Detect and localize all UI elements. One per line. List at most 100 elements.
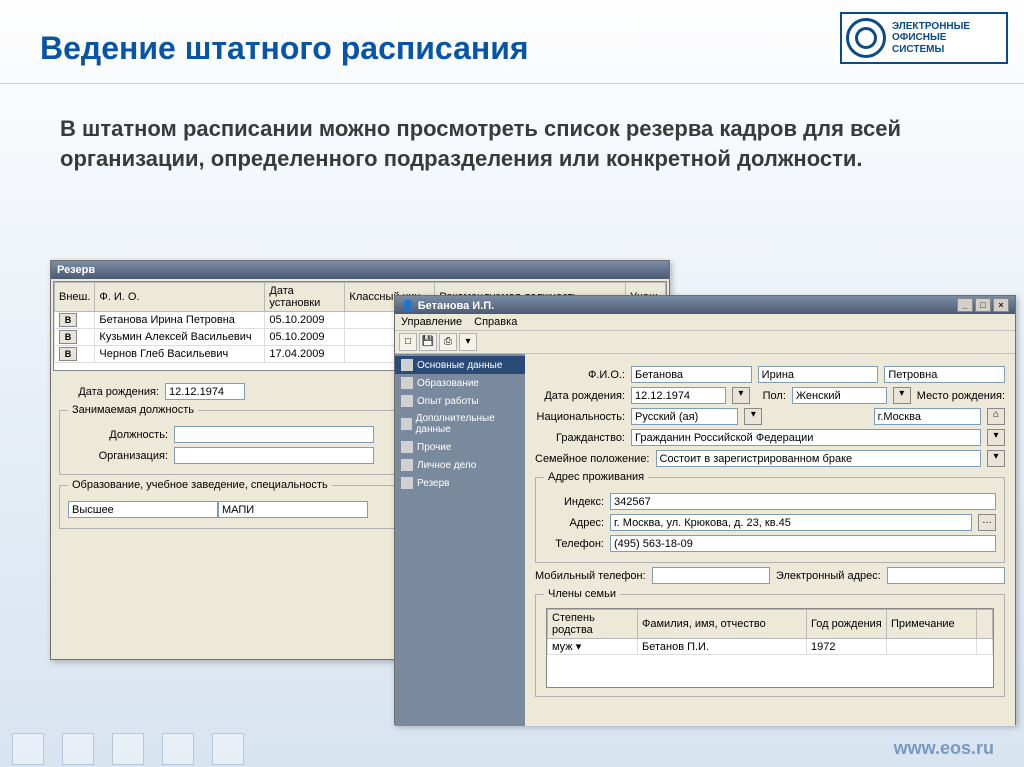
fio-label: Ф.И.О.:	[535, 369, 625, 381]
fam-rel: муж	[552, 641, 573, 653]
fam-col-note[interactable]: Примечание	[887, 610, 977, 639]
family-legend: Члены семьи	[544, 588, 620, 600]
mobile-input[interactable]	[652, 567, 770, 584]
citizenship-dropdown[interactable]: ▾	[987, 429, 1005, 446]
fam-note	[887, 639, 977, 655]
maximize-button[interactable]: □	[975, 298, 991, 312]
file-icon	[401, 459, 413, 471]
detail-title: Бетанова И.П.	[418, 300, 494, 312]
fam-year: 1972	[807, 639, 887, 655]
email-label: Электронный адрес:	[776, 570, 881, 582]
detail-window: 👤 Бетанова И.П. _ □ × Управление Справка…	[394, 295, 1016, 725]
address-fieldset: Адрес проживания Индекс: Адрес: … Телефо…	[535, 471, 1005, 563]
cell-fio: Кузьмин Алексей Васильевич	[95, 329, 265, 346]
cell-date: 05.10.2009	[265, 329, 345, 346]
close-button[interactable]: ×	[993, 298, 1009, 312]
fam-fio: Бетанов П.И.	[638, 639, 807, 655]
patronymic-input[interactable]	[884, 366, 1005, 383]
toolbar-save-icon[interactable]: 💾	[419, 333, 437, 351]
marital-label: Семейное положение:	[535, 453, 650, 465]
briefcase-icon	[401, 395, 413, 407]
nav-reserve[interactable]: Резерв	[395, 474, 525, 492]
nav-other[interactable]: Прочие	[395, 438, 525, 456]
sex-dropdown-button[interactable]: ▾	[893, 387, 911, 404]
plus-icon	[401, 418, 412, 430]
menu-help[interactable]: Справка	[474, 316, 517, 328]
detail-titlebar[interactable]: 👤 Бетанова И.П. _ □ ×	[395, 296, 1015, 314]
detail-sidebar: Основные данные Образование Опыт работы …	[395, 354, 525, 726]
org-input[interactable]	[174, 447, 374, 464]
book-icon	[401, 377, 413, 389]
nav-personal[interactable]: Личное дело	[395, 456, 525, 474]
surname-input[interactable]	[631, 366, 752, 383]
address-legend: Адрес проживания	[544, 471, 648, 483]
date-picker-button[interactable]: ▾	[732, 387, 750, 404]
edu-inst-input[interactable]	[218, 501, 368, 518]
home-icon	[401, 359, 413, 371]
fam-col-fio[interactable]: Фамилия, имя, отчество	[638, 610, 807, 639]
ext-button[interactable]: В	[59, 347, 77, 361]
footer-icon-5	[212, 733, 244, 765]
fam-col-rel[interactable]: Степень родства	[548, 610, 638, 639]
logo-swirl-icon	[846, 18, 886, 58]
dob-input[interactable]	[165, 383, 245, 400]
col-fio[interactable]: Ф. И. О.	[95, 283, 265, 312]
nationality-input[interactable]	[631, 408, 738, 425]
footer-icon-2	[62, 733, 94, 765]
nav-main-data[interactable]: Основные данные	[395, 356, 525, 374]
mobile-label: Мобильный телефон:	[535, 570, 646, 582]
detail-toolbar: □ 💾 ⎙ ▾	[395, 331, 1015, 354]
citizenship-label: Гражданство:	[535, 432, 625, 444]
cell-fio: Бетанова Ирина Петровна	[95, 312, 265, 329]
detail-form: Ф.И.О.: Дата рождения: ▾ Пол: ▾ Место ро…	[525, 354, 1015, 726]
logo-line3: СИСТЕМЫ	[892, 44, 970, 56]
position-input[interactable]	[174, 426, 374, 443]
sex-input[interactable]	[792, 387, 887, 404]
reserve-titlebar[interactable]: Резерв	[51, 261, 669, 279]
toolbar-new-icon[interactable]: □	[399, 333, 417, 351]
marital-input[interactable]	[656, 450, 982, 467]
brand-logo: ЭЛЕКТРОННЫЕ ОФИСНЫЕ СИСТЕМЫ	[840, 12, 1008, 64]
citizenship-input[interactable]	[631, 429, 981, 446]
edu-level-input[interactable]	[68, 501, 218, 518]
nationality-label: Национальность:	[535, 411, 625, 423]
ext-button[interactable]: В	[59, 313, 77, 327]
menu-manage[interactable]: Управление	[401, 316, 462, 328]
name-input[interactable]	[758, 366, 879, 383]
col-date[interactable]: Дата установки	[265, 283, 345, 312]
fam-col-year[interactable]: Год рождения	[807, 610, 887, 639]
position-legend: Занимаемая должность	[68, 404, 198, 416]
marital-dropdown[interactable]: ▾	[987, 450, 1005, 467]
reserve-title: Резерв	[57, 264, 95, 276]
phone-input[interactable]	[610, 535, 996, 552]
folder-icon	[401, 441, 413, 453]
family-grid[interactable]: Степень родства Фамилия, имя, отчество Г…	[546, 608, 994, 688]
birthplace-input[interactable]	[874, 408, 981, 425]
position-label: Должность:	[68, 429, 168, 441]
logo-line2: ОФИСНЫЕ	[892, 32, 970, 44]
ext-button[interactable]: В	[59, 330, 77, 344]
addr-label: Адрес:	[544, 517, 604, 529]
person-icon: 👤	[401, 300, 415, 312]
dob-label: Дата рождения:	[59, 386, 159, 398]
detail-menubar: Управление Справка	[395, 314, 1015, 331]
footer-url: www.eos.ru	[894, 738, 994, 759]
footer-icon-3	[112, 733, 144, 765]
toolbar-dropdown-icon[interactable]: ▾	[459, 333, 477, 351]
home-button[interactable]: ⌂	[987, 408, 1005, 425]
nav-education[interactable]: Образование	[395, 374, 525, 392]
index-input[interactable]	[610, 493, 996, 510]
toolbar-print-icon[interactable]: ⎙	[439, 333, 457, 351]
nationality-dropdown[interactable]: ▾	[744, 408, 762, 425]
email-input[interactable]	[887, 567, 1005, 584]
col-vnesh[interactable]: Внеш.	[55, 283, 95, 312]
cell-date: 17.04.2009	[265, 346, 345, 363]
index-label: Индекс:	[544, 496, 604, 508]
minimize-button[interactable]: _	[957, 298, 973, 312]
addr-input[interactable]	[610, 514, 972, 531]
dob-input2[interactable]	[631, 387, 726, 404]
nav-experience[interactable]: Опыт работы	[395, 392, 525, 410]
table-row[interactable]: муж ▾ Бетанов П.И. 1972	[548, 639, 993, 655]
nav-extra[interactable]: Дополнительные данные	[395, 410, 525, 438]
addr-expand-button[interactable]: …	[978, 514, 996, 531]
